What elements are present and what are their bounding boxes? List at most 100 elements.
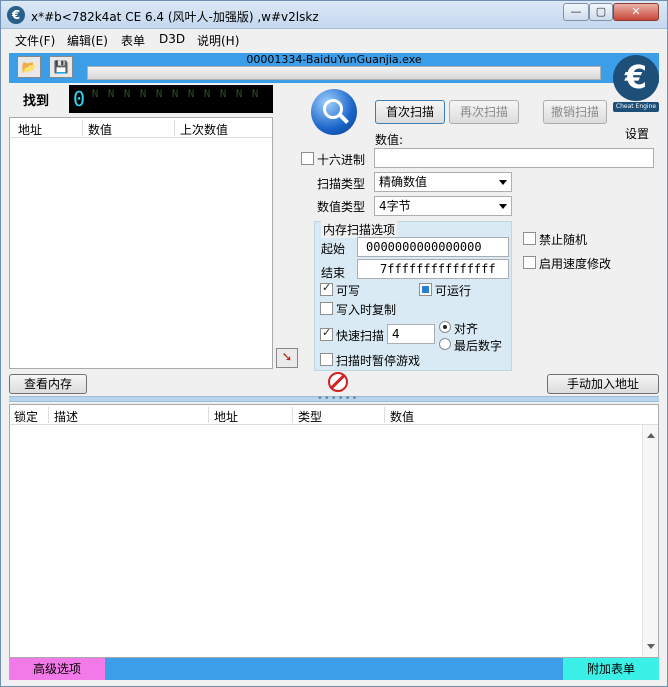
scan-type-label: 扫描类型: [317, 177, 366, 191]
start-address-input[interactable]: 0000000000000000: [357, 237, 509, 257]
value-type-value: 4字节: [379, 199, 411, 213]
maximize-button[interactable]: ▢: [589, 3, 613, 21]
lcd-digit: N: [235, 87, 243, 100]
lcd-digit: N: [171, 87, 179, 100]
speedhack-label: 启用速度修改: [539, 257, 612, 271]
column-header-address[interactable]: 地址: [214, 408, 238, 425]
pause-game-checkbox[interactable]: [320, 353, 333, 366]
lcd-digit: N: [187, 87, 195, 100]
pause-game-label: 扫描时暂停游戏: [336, 354, 421, 368]
lcd-digit: N: [219, 87, 227, 100]
results-list-header: 地址 数值 上次数值: [10, 118, 272, 138]
address-table-scrollbar[interactable]: [642, 425, 658, 657]
column-header-value[interactable]: 数值: [390, 408, 414, 425]
menu-help[interactable]: 说明(H): [197, 32, 239, 49]
scroll-down-icon[interactable]: [647, 644, 655, 649]
value-input[interactable]: [374, 148, 654, 168]
cheat-engine-logo-icon: €: [613, 55, 659, 101]
lcd-digit: N: [91, 87, 99, 100]
title-bar: € x*#b<782k4at CE 6.4 (风叶人-加强版) ,w#v2lsk…: [1, 1, 667, 29]
first-scan-button[interactable]: 首次扫描: [375, 100, 445, 124]
hex-checkbox[interactable]: [301, 152, 314, 165]
scan-results-list[interactable]: 地址 数值 上次数值: [9, 117, 273, 369]
column-header-value[interactable]: 数值: [88, 121, 112, 138]
lcd-digit: N: [107, 87, 115, 100]
magnifier-icon: [311, 89, 357, 135]
executable-label: 可运行: [435, 284, 472, 298]
value-type-select[interactable]: 4字节: [374, 196, 512, 216]
menu-table[interactable]: 表单: [121, 32, 145, 49]
address-table[interactable]: 锁定 描述 地址 类型 数值: [9, 404, 659, 658]
no-random-checkbox[interactable]: [523, 232, 536, 245]
column-header-address[interactable]: 地址: [18, 121, 42, 138]
scan-type-value: 精确数值: [379, 175, 428, 189]
lcd-digit: N: [203, 87, 211, 100]
copy-on-write-label: 写入时复制: [336, 303, 397, 317]
menu-d3d[interactable]: D3D: [159, 32, 185, 46]
no-random-label: 禁止随机: [539, 233, 588, 247]
view-memory-button[interactable]: 查看内存: [9, 374, 87, 394]
process-name: 00001334-BaiduYunGuanjia.exe: [246, 53, 422, 66]
last-digits-label: 最后数字: [454, 339, 503, 353]
found-count-display: 0 N N N N N N N N N N N: [69, 85, 273, 113]
add-table-button[interactable]: 附加表单: [563, 658, 659, 680]
column-separator[interactable]: [174, 120, 175, 136]
column-separator[interactable]: [384, 407, 385, 423]
found-counter: 找到 0 N N N N N N N N N N N: [9, 83, 273, 113]
column-separator[interactable]: [208, 407, 209, 423]
fast-scan-label: 快速扫描: [336, 329, 385, 343]
stop-icon[interactable]: [328, 372, 348, 392]
lcd-digit: N: [155, 87, 163, 100]
lcd-digit: N: [139, 87, 147, 100]
scan-progress-bar: [87, 66, 601, 80]
hex-label: 十六进制: [317, 153, 366, 167]
settings-logo[interactable]: € Cheat Engine: [613, 55, 659, 119]
value-type-label: 数值类型: [317, 200, 366, 214]
menu-file[interactable]: 文件(F): [15, 32, 55, 49]
speedhack-checkbox[interactable]: [523, 256, 536, 269]
cheat-engine-app-icon: €: [7, 6, 25, 24]
fast-scan-checkbox[interactable]: [320, 326, 333, 341]
undo-scan-button[interactable]: 撤销扫描: [543, 100, 607, 124]
fast-scan-alignment-input[interactable]: 4: [387, 324, 435, 344]
red-arrow-icon: ➘: [281, 350, 293, 365]
window-title: x*#b<782k4at CE 6.4 (风叶人-加强版) ,w#v2lskz: [31, 10, 319, 24]
add-address-manually-button[interactable]: 手动加入地址: [547, 374, 659, 394]
memory-options-title: 内存扫描选项: [321, 221, 398, 238]
column-separator[interactable]: [82, 120, 83, 136]
column-header-lock[interactable]: 锁定: [14, 408, 38, 425]
writable-checkbox[interactable]: [320, 281, 333, 296]
copy-on-write-checkbox[interactable]: [320, 302, 333, 315]
add-selected-to-table-button[interactable]: ➘: [276, 348, 298, 368]
lcd-digit: 0: [73, 87, 86, 111]
column-header-previous[interactable]: 上次数值: [180, 121, 228, 138]
panel-splitter[interactable]: ••••••: [9, 393, 659, 404]
scroll-up-icon[interactable]: [647, 433, 655, 438]
settings-label[interactable]: 设置: [625, 125, 649, 142]
chevron-down-icon: [499, 204, 507, 209]
executable-checkbox[interactable]: [419, 283, 432, 296]
close-button[interactable]: ✕: [613, 3, 659, 21]
menu-edit[interactable]: 编辑(E): [67, 32, 108, 49]
menu-bar: 文件(F) 编辑(E) 表单 D3D 说明(H): [1, 29, 667, 51]
logo-caption: Cheat Engine: [613, 102, 659, 112]
next-scan-button[interactable]: 再次扫描: [449, 100, 519, 124]
lcd-digit: N: [251, 87, 259, 100]
end-address-input[interactable]: 7fffffffffffffff: [357, 259, 509, 279]
column-separator[interactable]: [292, 407, 293, 423]
advanced-options-button[interactable]: 高级选项: [9, 658, 105, 680]
splitter-grip-icon: ••••••: [317, 393, 359, 404]
magnifier-handle: [339, 114, 349, 124]
scan-type-select[interactable]: 精确数值: [374, 172, 512, 192]
column-header-description[interactable]: 描述: [54, 408, 78, 425]
writable-label: 可写: [336, 284, 361, 298]
bottom-bar: 高级选项 附加表单: [9, 658, 659, 680]
align-radio[interactable]: [439, 321, 451, 333]
main-window: € x*#b<782k4at CE 6.4 (风叶人-加强版) ,w#v2lsk…: [0, 0, 668, 687]
column-separator[interactable]: [48, 407, 49, 423]
last-digits-radio[interactable]: [439, 338, 451, 350]
align-label: 对齐: [454, 322, 479, 336]
column-header-type[interactable]: 类型: [298, 408, 322, 425]
chevron-down-icon: [499, 180, 507, 185]
minimize-button[interactable]: —: [563, 3, 589, 21]
